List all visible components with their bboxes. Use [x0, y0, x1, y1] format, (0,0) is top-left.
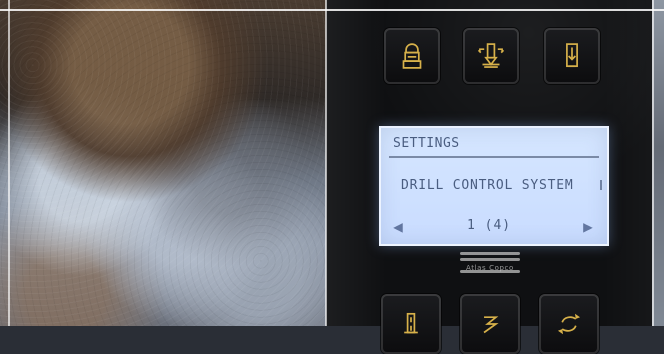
lcd-page-indicator: 1 (4) — [467, 218, 512, 233]
drill-down-icon — [555, 39, 589, 73]
lcd-title-underline — [389, 156, 599, 158]
rotation-icon — [552, 307, 586, 341]
rotation-button[interactable] — [539, 294, 599, 354]
zigzag-button[interactable] — [460, 294, 520, 354]
operator-icon — [395, 39, 429, 73]
middle-frame-line — [325, 0, 327, 326]
lcd-left-arrow-icon: ◀ — [393, 217, 403, 236]
brand-text: Atlas Copco — [466, 264, 514, 272]
hydraulic-button[interactable] — [381, 294, 441, 354]
lcd-right-arrow-icon: ▶ — [583, 217, 593, 236]
lcd-cursor — [600, 180, 602, 190]
drill-feed-icon — [474, 39, 508, 73]
drill-down-button[interactable] — [544, 28, 600, 84]
zigzag-icon — [473, 307, 507, 341]
brand-mark: Atlas Copco — [460, 252, 520, 282]
hydraulic-icon — [394, 307, 428, 341]
top-frame-line — [0, 9, 664, 11]
brand-bar-1 — [460, 252, 520, 255]
background-photo — [0, 0, 326, 326]
lcd-message: DRILL CONTROL SYSTEM — [401, 178, 574, 193]
operator-button[interactable] — [384, 28, 440, 84]
right-frame-line — [652, 0, 654, 326]
lcd-title: SETTINGS — [393, 136, 460, 151]
lcd-display: SETTINGS DRILL CONTROL SYSTEM ◀ 1 (4) ▶ — [379, 126, 609, 246]
drill-feed-button[interactable] — [463, 28, 519, 84]
lcd-navigation-row: ◀ 1 (4) ▶ — [381, 218, 607, 236]
brand-bar-2 — [460, 258, 520, 261]
left-frame-line — [8, 0, 10, 326]
